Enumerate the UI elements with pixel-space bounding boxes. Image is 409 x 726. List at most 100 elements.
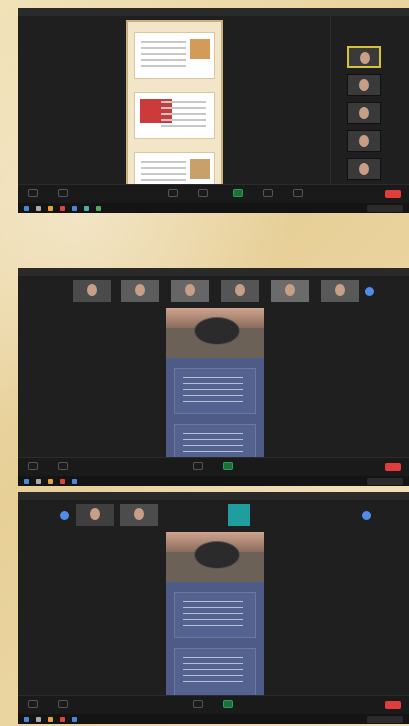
taskbar: [18, 714, 409, 724]
meeting-toolbar: [18, 457, 409, 476]
avatar: [359, 163, 369, 175]
avatar: [87, 284, 97, 296]
slide-header-image: [166, 308, 264, 358]
end-meeting-button[interactable]: [385, 190, 401, 198]
participant-thumbnail[interactable]: [171, 280, 209, 302]
participants-button[interactable]: [168, 189, 178, 197]
app-icon[interactable]: [72, 479, 77, 484]
chat-button[interactable]: [198, 189, 208, 197]
slide-bubble: [194, 317, 240, 345]
slide-card: [134, 92, 215, 139]
slide-image: [190, 39, 210, 59]
share-screen-button[interactable]: [223, 700, 233, 708]
participant-thumbnail[interactable]: [228, 504, 250, 526]
system-tray: [367, 716, 403, 723]
participant-strip: [73, 280, 374, 302]
slide-text-box: [174, 592, 256, 638]
window-titlebar: [18, 492, 409, 500]
avatar: [359, 79, 369, 91]
shared-slide: [166, 308, 264, 478]
participants-panel: [330, 16, 409, 185]
participant-thumbnail[interactable]: [76, 504, 114, 526]
app-icon[interactable]: [84, 206, 89, 211]
meeting-toolbar: [18, 695, 409, 714]
app-icon[interactable]: [60, 717, 65, 722]
previous-page-button[interactable]: [60, 511, 69, 520]
slide-bubble: [194, 541, 240, 569]
shared-slide: [166, 532, 264, 712]
slide-text: [183, 657, 243, 685]
participant-tile[interactable]: [347, 74, 381, 96]
taskbar: [18, 203, 409, 213]
end-meeting-button[interactable]: [385, 463, 401, 471]
meeting-toolbar: [18, 184, 409, 203]
search-icon[interactable]: [36, 479, 41, 484]
middle-meeting-window: [18, 268, 409, 486]
participant-thumbnail[interactable]: [221, 280, 259, 302]
start-icon[interactable]: [24, 717, 29, 722]
app-icon[interactable]: [60, 206, 65, 211]
participant-tile[interactable]: [347, 130, 381, 152]
share-screen-button[interactable]: [223, 462, 233, 470]
participant-thumbnail[interactable]: [321, 280, 359, 302]
participant-tile[interactable]: [347, 158, 381, 180]
system-tray: [367, 478, 403, 485]
participant-strip: [58, 504, 371, 526]
next-page-button[interactable]: [365, 287, 374, 296]
video-button[interactable]: [58, 700, 68, 708]
reactions-button[interactable]: [293, 189, 303, 197]
system-tray: [367, 205, 403, 212]
video-button[interactable]: [58, 189, 68, 197]
next-page-button[interactable]: [362, 511, 371, 520]
avatar: [235, 284, 245, 296]
app-icon[interactable]: [72, 717, 77, 722]
participant-thumbnail[interactable]: [121, 280, 159, 302]
avatar: [134, 508, 144, 520]
avatar: [360, 52, 370, 64]
folder-icon[interactable]: [48, 717, 53, 722]
search-icon[interactable]: [36, 717, 41, 722]
video-button[interactable]: [58, 462, 68, 470]
participant-thumbnail[interactable]: [73, 280, 111, 302]
participant-tile[interactable]: [347, 102, 381, 124]
avatar: [185, 284, 195, 296]
folder-icon[interactable]: [48, 479, 53, 484]
slide-text: [161, 101, 206, 129]
avatar: [335, 284, 345, 296]
taskbar: [18, 476, 409, 486]
start-icon[interactable]: [24, 479, 29, 484]
mute-button[interactable]: [28, 462, 38, 470]
slide-card: [134, 32, 215, 79]
participant-thumbnail[interactable]: [271, 280, 309, 302]
avatar: [285, 284, 295, 296]
app-icon[interactable]: [96, 206, 101, 211]
slide-text: [141, 41, 186, 69]
avatar: [90, 508, 100, 520]
end-meeting-button[interactable]: [385, 701, 401, 709]
slide-text: [183, 601, 243, 629]
app-icon[interactable]: [72, 206, 77, 211]
slide-text: [183, 377, 243, 405]
avatar: [359, 135, 369, 147]
start-icon[interactable]: [24, 206, 29, 211]
participants-button[interactable]: [193, 700, 203, 708]
top-meeting-window: [18, 8, 409, 213]
slide-image: [190, 159, 210, 179]
record-button[interactable]: [263, 189, 273, 197]
participant-tile[interactable]: [347, 46, 381, 68]
slide-header-image: [166, 532, 264, 582]
mute-button[interactable]: [28, 189, 38, 197]
bottom-meeting-window: [18, 492, 409, 724]
share-screen-button[interactable]: [233, 189, 243, 197]
participant-thumbnail[interactable]: [120, 504, 158, 526]
participants-button[interactable]: [193, 462, 203, 470]
avatar: [359, 107, 369, 119]
window-titlebar: [18, 268, 409, 276]
slide-text-box: [174, 648, 256, 698]
search-icon[interactable]: [36, 206, 41, 211]
app-icon[interactable]: [60, 479, 65, 484]
mute-button[interactable]: [28, 700, 38, 708]
shared-presentation: [126, 20, 223, 200]
slide-text-box: [174, 368, 256, 414]
folder-icon[interactable]: [48, 206, 53, 211]
